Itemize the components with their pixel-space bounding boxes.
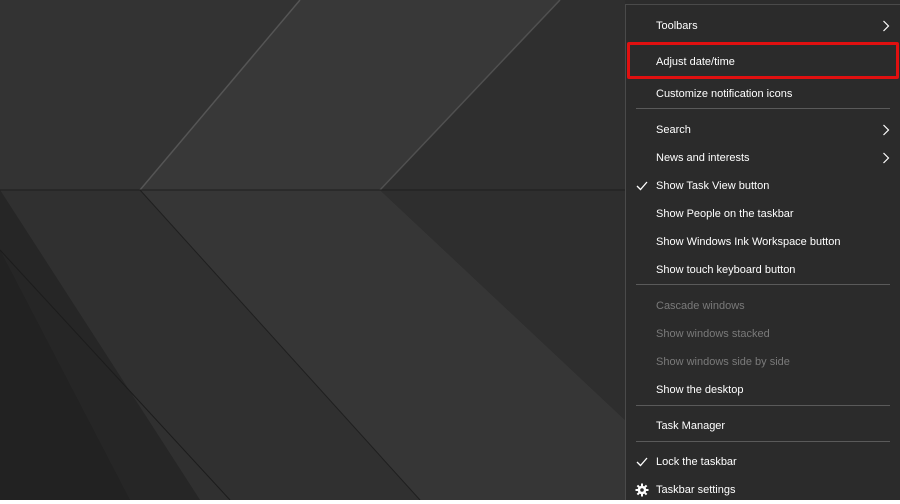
checkmark-icon <box>636 181 648 191</box>
menu-item-label: Task Manager <box>656 420 726 432</box>
menu-item-lock-the-taskbar[interactable]: Lock the taskbar <box>626 448 900 476</box>
gear-icon <box>635 483 649 497</box>
menu-item-label: Show Windows Ink Workspace button <box>656 236 841 248</box>
menu-item-toolbars[interactable]: Toolbars <box>626 12 900 40</box>
menu-item-label: News and interests <box>656 152 750 164</box>
menu-item-show-task-view-button[interactable]: Show Task View button <box>626 172 900 200</box>
menu-separator <box>636 108 890 109</box>
checkmark-icon <box>636 457 648 467</box>
chevron-right-icon <box>883 20 890 32</box>
menu-item-search[interactable]: Search <box>626 116 900 144</box>
chevron-right-icon <box>883 152 890 164</box>
menu-item-label: Lock the taskbar <box>656 456 737 468</box>
menu-item-cascade-windows: Cascade windows <box>626 292 900 320</box>
chevron-right-icon <box>883 124 890 136</box>
menu-item-task-manager[interactable]: Task Manager <box>626 412 900 440</box>
menu-item-label: Toolbars <box>656 20 698 32</box>
menu-item-show-people-on-taskbar[interactable]: Show People on the taskbar <box>626 200 900 228</box>
taskbar-context-menu: Toolbars Adjust date/time Customize notifi… <box>625 4 900 500</box>
menu-item-show-windows-side-by-side: Show windows side by side <box>626 348 900 376</box>
menu-separator <box>636 284 890 285</box>
menu-item-news-and-interests[interactable]: News and interests <box>626 144 900 172</box>
menu-item-customize-notification-icons[interactable]: Customize notification icons <box>626 80 900 108</box>
menu-item-label: Show Task View button <box>656 180 770 192</box>
menu-item-show-touch-keyboard-button[interactable]: Show touch keyboard button <box>626 256 900 284</box>
menu-item-label: Search <box>656 124 691 136</box>
menu-item-label: Customize notification icons <box>656 88 793 100</box>
menu-item-show-the-desktop[interactable]: Show the desktop <box>626 376 900 404</box>
menu-item-label: Show windows stacked <box>656 328 770 340</box>
menu-item-label: Show the desktop <box>656 384 744 396</box>
highlight-annotation <box>627 42 899 79</box>
menu-item-label: Cascade windows <box>656 300 745 312</box>
menu-item-label: Show windows side by side <box>656 356 790 368</box>
menu-item-label: Show People on the taskbar <box>656 208 794 220</box>
menu-item-show-windows-stacked: Show windows stacked <box>626 320 900 348</box>
menu-separator <box>636 405 890 406</box>
menu-item-show-windows-ink-workspace-button[interactable]: Show Windows Ink Workspace button <box>626 228 900 256</box>
menu-item-label: Show touch keyboard button <box>656 264 796 276</box>
menu-separator <box>636 441 890 442</box>
